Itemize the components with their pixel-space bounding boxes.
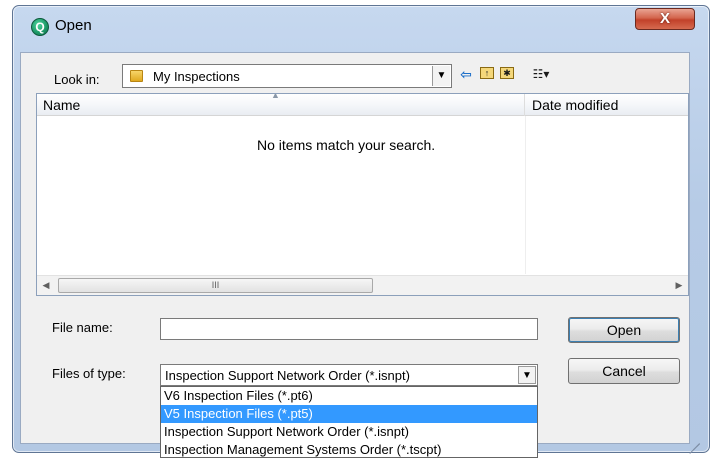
back-arrow-icon[interactable]: ⇦ [458, 64, 474, 84]
column-header-name[interactable]: Name ▲ [37, 94, 525, 116]
look-in-value: My Inspections [153, 69, 240, 84]
file-type-dropdown-list[interactable]: V6 Inspection Files (*.pt6) V5 Inspectio… [160, 386, 538, 458]
file-type-option-highlighted[interactable]: V5 Inspection Files (*.pt5) [161, 405, 537, 423]
file-name-label: File name: [52, 320, 113, 335]
look-in-label: Look in: [54, 72, 100, 87]
file-type-option[interactable]: V6 Inspection Files (*.pt6) [161, 387, 537, 405]
screen: Q Open X Look in: My Inspections ▼ ⇦ ↑ ✱… [0, 0, 711, 458]
file-list[interactable]: Name ▲ Date modified No items match your… [36, 93, 689, 296]
scroll-left-arrow-icon[interactable]: ◀ [37, 276, 55, 295]
files-of-type-value: Inspection Support Network Order (*.isnp… [165, 368, 410, 383]
app-logo-icon: Q [31, 18, 49, 36]
look-in-combobox[interactable]: My Inspections ▼ [122, 64, 452, 88]
column-divider [525, 116, 526, 274]
column-header-name-label: Name [43, 97, 81, 113]
horizontal-scrollbar[interactable]: ◀ III ▶ [37, 275, 688, 295]
folder-icon [130, 70, 143, 82]
dialog-title: Open [55, 17, 92, 34]
cancel-button[interactable]: Cancel [568, 358, 680, 384]
view-menu-icon[interactable]: ☷▾ [522, 64, 560, 84]
up-folder-icon[interactable]: ↑ [480, 67, 494, 79]
scroll-right-arrow-icon[interactable]: ▶ [670, 276, 688, 295]
scrollbar-thumb[interactable]: III [58, 278, 373, 293]
column-header-date-modified[interactable]: Date modified [525, 94, 688, 116]
files-of-type-combobox[interactable]: Inspection Support Network Order (*.isnp… [160, 364, 538, 386]
close-button[interactable]: X [635, 8, 695, 30]
files-of-type-label: Files of type: [52, 366, 126, 381]
column-header-date-label: Date modified [532, 97, 619, 113]
files-of-type-dropdown-arrow[interactable]: ▼ [518, 366, 536, 384]
new-folder-icon[interactable]: ✱ [500, 67, 514, 79]
file-type-option[interactable]: Inspection Management Systems Order (*.t… [161, 441, 537, 457]
file-type-option[interactable]: Inspection Support Network Order (*.isnp… [161, 423, 537, 441]
open-button[interactable]: Open [568, 317, 680, 343]
look-in-dropdown-arrow[interactable]: ▼ [432, 66, 450, 86]
column-header-row: Name ▲ Date modified [37, 94, 688, 116]
file-name-input[interactable] [160, 318, 538, 340]
empty-list-message: No items match your search. [257, 137, 436, 153]
title-bar[interactable]: Q Open X [13, 6, 709, 38]
resize-grip-icon[interactable] [686, 430, 700, 454]
sort-ascending-icon: ▲ [271, 93, 280, 100]
